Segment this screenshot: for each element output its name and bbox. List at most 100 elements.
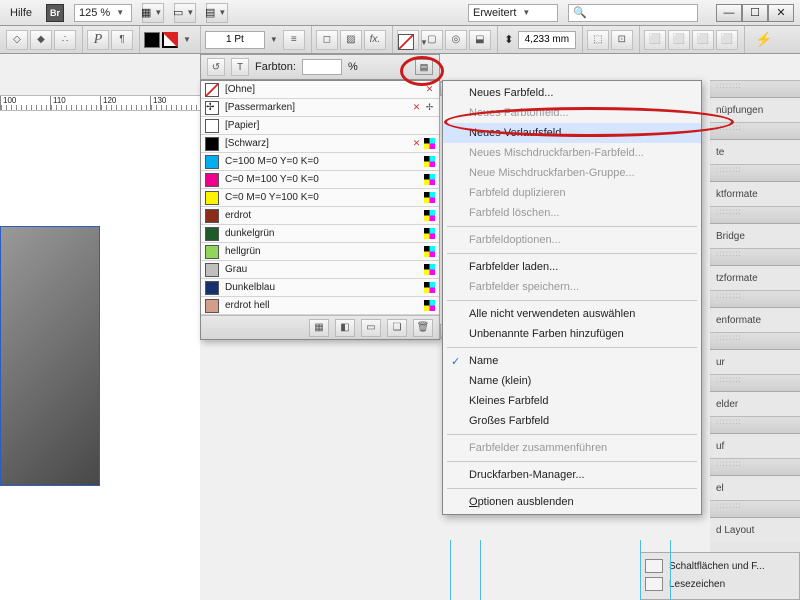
chevron-down-icon: ▼ — [113, 8, 127, 17]
new-swatch-button[interactable]: ▭ — [361, 319, 381, 337]
character-formatting-icon[interactable]: P — [87, 30, 109, 50]
swatch-row[interactable]: Grau — [201, 261, 439, 279]
panel-grip-icon: :::::::: — [710, 81, 800, 90]
fill-swatch[interactable] — [144, 32, 160, 48]
chevron-down-icon[interactable]: ▼ — [417, 38, 431, 47]
swatch-row[interactable]: erdrot hell — [201, 297, 439, 315]
panel-label[interactable]: ur — [710, 350, 800, 374]
panel-label[interactable]: Bridge — [710, 224, 800, 248]
workspace-select[interactable]: Erweitert ▼ — [468, 4, 558, 22]
menu-item[interactable]: Druckfarben-Manager... — [443, 465, 701, 485]
select-content-icon[interactable]: ⊡ — [611, 30, 633, 50]
panel-buttons-and-forms[interactable]: Schaltflächen und F... — [645, 557, 795, 575]
view-options-button[interactable]: ▦▼ — [142, 3, 164, 23]
menu-item[interactable]: Neues Farbfeld... — [443, 83, 701, 103]
dimension-input[interactable] — [518, 31, 576, 49]
stroke-weight-input[interactable] — [205, 31, 265, 49]
swatch-row[interactable]: [Papier] — [201, 117, 439, 135]
menu-help[interactable]: Hilfe — [6, 3, 36, 23]
delete-swatch-button[interactable]: 🗑 — [413, 319, 433, 337]
select-container-icon[interactable]: ⬚ — [587, 30, 609, 50]
panel-tab[interactable]: :::::::: — [710, 290, 800, 308]
align-3-icon[interactable]: ⬜ — [692, 30, 714, 50]
panel-tab[interactable]: :::::::: — [710, 416, 800, 434]
chevron-down-icon[interactable]: ▼ — [180, 35, 194, 44]
menu-item[interactable]: Kleines Farbfeld — [443, 391, 701, 411]
swatch-row[interactable]: [Schwarz] — [201, 135, 439, 153]
close-button[interactable]: ✕ — [768, 4, 794, 22]
panel-label[interactable]: te — [710, 140, 800, 164]
effects-button[interactable]: fx. — [364, 30, 386, 50]
swatch-row[interactable]: Dunkelblau — [201, 279, 439, 297]
textwrap-jump-icon[interactable]: ⬓ — [469, 30, 491, 50]
menu-item[interactable]: Großes Farbfeld — [443, 411, 701, 431]
swap-fill-stroke-icon[interactable]: ↺ — [207, 58, 225, 76]
screen-mode-button[interactable]: ▭▼ — [174, 3, 196, 23]
convert-point-icon[interactable]: ◆ — [30, 30, 52, 50]
zoom-select[interactable]: 125 % ▼ — [74, 4, 132, 22]
panel-tab[interactable]: :::::::: — [710, 164, 800, 182]
panel-label[interactable]: ktformate — [710, 182, 800, 206]
menu-item[interactable]: ✓Name — [443, 351, 701, 371]
swatch-row[interactable]: [Ohne] — [201, 81, 439, 99]
show-swatch-kinds-button[interactable]: ▦ — [309, 319, 329, 337]
panel-tab[interactable]: :::::::: — [710, 332, 800, 350]
tint-input[interactable] — [302, 59, 342, 75]
distribute-icon[interactable]: ∴ — [54, 30, 76, 50]
menu-item[interactable]: Name (klein) — [443, 371, 701, 391]
swatch-row[interactable]: hellgrün — [201, 243, 439, 261]
maximize-button[interactable]: ☐ — [742, 4, 768, 22]
non-editable-icon — [411, 138, 422, 149]
swatch-row[interactable]: C=100 M=0 Y=0 K=0 — [201, 153, 439, 171]
anchor-tool-icon[interactable]: ◇ — [6, 30, 28, 50]
swatch-chip — [205, 245, 219, 259]
swatch-row[interactable]: C=0 M=100 Y=0 K=0 — [201, 171, 439, 189]
panel-tab[interactable]: :::::::: — [710, 206, 800, 224]
panel-tab[interactable]: :::::::: — [710, 122, 800, 140]
stroke-style-button[interactable]: ≡ — [283, 30, 305, 50]
panel-bookmarks[interactable]: Lesezeichen — [645, 575, 795, 593]
panel-label[interactable]: elder — [710, 392, 800, 416]
panel-tab[interactable]: :::::::: — [710, 374, 800, 392]
panel-tab[interactable]: :::::::: — [710, 458, 800, 476]
swatch-row[interactable]: C=0 M=0 Y=100 K=0 — [201, 189, 439, 207]
chevron-down-icon[interactable]: ▼ — [267, 35, 281, 44]
panel-tab[interactable]: :::::::: — [710, 80, 800, 98]
new-color-group-button[interactable]: ❏ — [387, 319, 407, 337]
drop-shadow-icon[interactable]: ▨ — [340, 30, 362, 50]
align-2-icon[interactable]: ⬜ — [668, 30, 690, 50]
panel-flyout-button[interactable]: ▤ — [415, 59, 433, 75]
panel-label[interactable]: el — [710, 476, 800, 500]
panel-label[interactable]: uf — [710, 434, 800, 458]
swatch-row[interactable]: dunkelgrün — [201, 225, 439, 243]
stroke-swatch[interactable] — [162, 32, 178, 48]
arrange-button[interactable]: ▤▼ — [206, 3, 228, 23]
menu-item[interactable]: Neues Verlaufsfeld... — [443, 123, 701, 143]
align-1-icon[interactable]: ⬜ — [644, 30, 666, 50]
swatch-row[interactable]: ✢[Passermarken]✢ — [201, 99, 439, 117]
panel-label[interactable]: enformate — [710, 308, 800, 332]
canvas[interactable] — [0, 111, 200, 600]
panel-tab[interactable]: :::::::: — [710, 500, 800, 518]
menu-item[interactable]: Optionen ausblenden — [443, 492, 701, 512]
formatting-target-icon[interactable]: T — [231, 58, 249, 76]
minimize-button[interactable]: — — [716, 4, 742, 22]
new-gradient-button[interactable]: ◧ — [335, 319, 355, 337]
menu-item[interactable]: Unbenannte Farben hinzufügen — [443, 324, 701, 344]
panel-tab[interactable]: :::::::: — [710, 248, 800, 266]
search-input[interactable]: 🔍 — [568, 4, 698, 22]
menu-item[interactable]: Alle nicht verwendeten auswählen — [443, 304, 701, 324]
quick-apply-icon[interactable]: ⚡ — [753, 31, 775, 48]
panel-label[interactable]: tzformate — [710, 266, 800, 290]
selected-rectangle[interactable] — [0, 226, 100, 486]
bridge-icon[interactable]: Br — [46, 4, 64, 22]
align-4-icon[interactable]: ⬜ — [716, 30, 738, 50]
panel-label[interactable]: nüpfungen — [710, 98, 800, 122]
link-icon[interactable]: ⬍ — [502, 33, 516, 46]
panel-label[interactable]: d Layout — [710, 518, 800, 542]
mini-none-swatch[interactable] — [398, 34, 414, 50]
menu-item[interactable]: Farbfelder laden... — [443, 257, 701, 277]
paragraph-formatting-icon[interactable]: ¶ — [111, 30, 133, 50]
corner-options-icon[interactable]: ◻ — [316, 30, 338, 50]
swatch-row[interactable]: erdrot — [201, 207, 439, 225]
